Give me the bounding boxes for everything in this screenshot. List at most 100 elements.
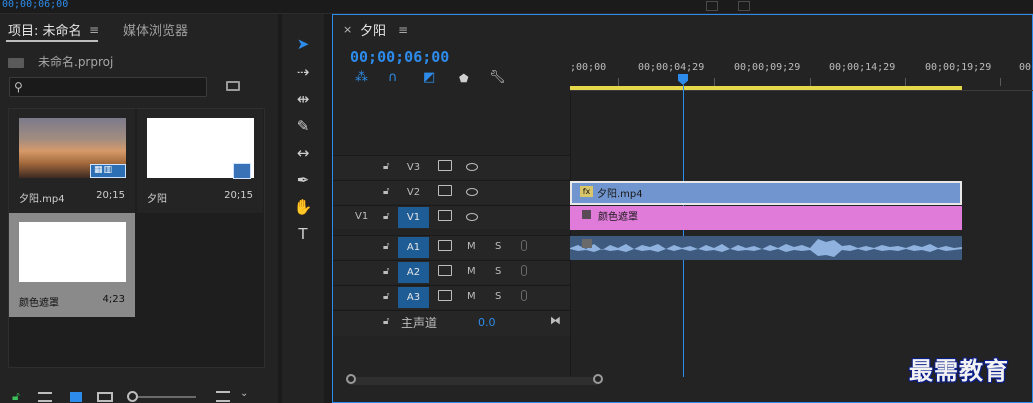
razor-icon[interactable]: ✎ — [292, 115, 314, 137]
export-frame-icon[interactable] — [706, 1, 718, 11]
track-name[interactable]: V2 — [398, 182, 429, 203]
wrench-icon[interactable]: 🔧︎ — [489, 70, 506, 85]
timeline-zoom-scrollbar[interactable] — [346, 374, 603, 385]
project-item-color-matte[interactable]: 颜色遮罩 4;23 — [9, 213, 135, 317]
search-input[interactable]: ⚲ — [9, 77, 207, 97]
clip-name: 夕阳.mp4 — [19, 194, 65, 205]
selection-tool-icon[interactable]: ➤ — [292, 33, 314, 55]
sync-lock-icon[interactable] — [438, 265, 452, 276]
solo-button[interactable]: S — [495, 266, 501, 277]
chevron-down-icon[interactable]: ⌄ — [240, 388, 248, 399]
microphone-icon[interactable] — [521, 290, 527, 301]
project-file-icon — [8, 58, 24, 68]
track-select-forward-icon[interactable]: ⇢ — [292, 61, 314, 83]
project-item-sunset-mp4[interactable]: ▦▥ 夕阳.mp4 20;15 — [9, 109, 135, 213]
eye-icon[interactable] — [466, 213, 478, 221]
track-headers: 🔓︎ V3 🔓︎ V2 V1 🔓︎ V1 🔓︎ A1 M S 🔓︎ A2 M S… — [333, 155, 570, 350]
ruler-tick — [618, 78, 619, 86]
ruler-label: 00;0 — [1019, 62, 1033, 73]
lock-icon[interactable]: 🔓︎ — [12, 389, 20, 403]
mute-button[interactable]: M — [467, 266, 476, 277]
zoom-slider-handle[interactable] — [127, 391, 138, 402]
pen-tool-icon[interactable]: ✒ — [292, 169, 314, 191]
playhead-timecode[interactable]: 00;00;06;00 — [350, 48, 449, 66]
time-ruler[interactable]: ;00;00 00;00;04;29 00;00;09;29 00;00;14;… — [570, 46, 1033, 91]
lock-icon[interactable]: 🔓︎ — [383, 161, 389, 172]
microphone-icon[interactable] — [521, 265, 527, 276]
ruler-label: 00;00;09;29 — [734, 62, 801, 73]
sync-lock-icon[interactable] — [438, 210, 452, 221]
lock-icon[interactable]: 🔓︎ — [383, 291, 389, 302]
clip-label: 颜色遮罩 — [598, 212, 638, 223]
lock-icon[interactable]: 🔓︎ — [383, 186, 389, 197]
lock-icon[interactable]: 🔓︎ — [383, 316, 389, 327]
settings-icon[interactable] — [738, 1, 750, 11]
type-tool-icon[interactable]: T — [292, 223, 314, 245]
track-name[interactable]: V1 — [398, 207, 429, 228]
lock-icon[interactable]: 🔓︎ — [383, 266, 389, 277]
timeline-clip-sunset-video[interactable]: fx 夕阳.mp4 — [570, 181, 962, 205]
clip-thumbnail — [19, 222, 126, 282]
ripple-edit-icon[interactable]: ⇹ — [292, 88, 314, 110]
track-name[interactable]: A2 — [398, 262, 429, 283]
sort-icons-icon[interactable] — [216, 391, 230, 402]
eye-icon[interactable] — [466, 188, 478, 196]
panel-menu-icon[interactable]: ≡ — [89, 23, 99, 37]
close-icon[interactable]: × — [343, 23, 352, 36]
freeform-view-icon[interactable] — [97, 392, 113, 402]
microphone-icon[interactable] — [521, 240, 527, 251]
audio-waveform — [570, 239, 962, 257]
track-header-master: 🔓︎ 主声道 0.0 ⧓ — [333, 310, 570, 336]
sync-lock-icon[interactable] — [438, 240, 452, 251]
sequence-tab[interactable]: 夕阳 — [360, 20, 386, 39]
clip-name: 颜色遮罩 — [19, 298, 59, 309]
fx-badge-icon — [582, 210, 591, 219]
slip-tool-icon[interactable]: ↔ — [292, 142, 314, 164]
mute-button[interactable]: M — [467, 241, 476, 252]
sync-lock-icon[interactable] — [438, 290, 452, 301]
tab-media-browser[interactable]: 媒体浏览器 — [123, 20, 188, 39]
fx-badge-icon — [582, 239, 592, 248]
add-marker-icon[interactable]: ⬟ — [459, 72, 469, 85]
zoom-slider[interactable] — [130, 396, 196, 398]
solo-button[interactable]: S — [495, 291, 501, 302]
linked-selection-icon[interactable]: ◩ — [423, 70, 435, 85]
source-patch-v1[interactable]: V1 — [355, 211, 368, 222]
playhead-line[interactable] — [683, 85, 684, 377]
mute-button[interactable]: M — [467, 291, 476, 302]
ruler-baseline — [570, 90, 1033, 91]
panel-menu-icon[interactable]: ≡ — [398, 23, 408, 37]
track-name[interactable]: A3 — [398, 287, 429, 308]
new-bin-icon[interactable] — [226, 81, 240, 91]
ruler-tick — [905, 78, 906, 86]
eye-icon[interactable] — [466, 163, 478, 171]
lock-icon[interactable]: 🔓︎ — [383, 241, 389, 252]
snap-magnet-icon[interactable]: ∩ — [388, 70, 398, 85]
list-view-icon[interactable] — [38, 392, 52, 402]
timeline-clip-color-matte[interactable]: 颜色遮罩 — [570, 206, 962, 230]
project-item-sequence[interactable]: 夕阳 20;15 — [137, 109, 263, 213]
track-name[interactable]: A1 — [398, 237, 429, 258]
track-header-v1: V1 🔓︎ V1 — [333, 205, 570, 229]
hand-tool-icon[interactable]: ✋ — [292, 196, 314, 218]
playhead-handle[interactable] — [678, 74, 688, 85]
tab-project[interactable]: 项目: 未命名 — [8, 20, 82, 39]
panel-divider[interactable] — [324, 14, 332, 403]
icon-view-icon[interactable] — [70, 392, 82, 402]
search-icon: ⚲ — [14, 80, 23, 94]
solo-button[interactable]: S — [495, 241, 501, 252]
clip-duration: 20;15 — [96, 190, 125, 201]
master-volume-value[interactable]: 0.0 — [478, 316, 496, 329]
sync-lock-icon[interactable] — [438, 185, 452, 196]
track-name[interactable]: V3 — [398, 157, 429, 178]
tools-panel: ➤ ⇢ ⇹ ✎ ↔ ✒ ✋ T — [282, 14, 324, 403]
sync-lock-icon[interactable] — [438, 160, 452, 171]
project-panel: 项目: 未命名 ≡ 媒体浏览器 未命名.prproj ⚲ ▦▥ 夕阳.mp4 2… — [0, 14, 278, 403]
go-to-end-icon[interactable]: ⧓ — [550, 314, 561, 327]
scrollbar-handle-right[interactable] — [593, 374, 603, 384]
project-file-name: 未命名.prproj — [38, 55, 114, 69]
nest-sequence-icon[interactable]: ⁂ — [355, 70, 368, 85]
scrollbar-handle-left[interactable] — [346, 374, 356, 384]
timeline-clip-sunset-audio[interactable] — [570, 236, 962, 260]
lock-icon[interactable]: 🔓︎ — [383, 211, 389, 222]
